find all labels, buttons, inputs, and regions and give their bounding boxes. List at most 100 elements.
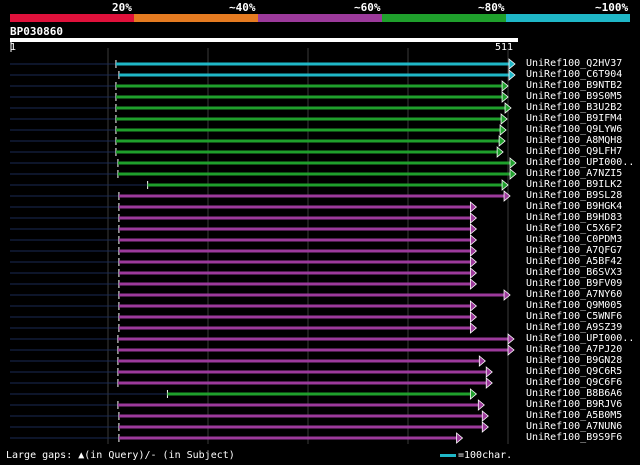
hit-label[interactable]: UniRef100_B9SL28 [526, 190, 622, 201]
hit-bar[interactable] [117, 161, 511, 165]
hit-arrow-icon [456, 432, 464, 444]
hit-label[interactable]: UniRef100_B9ILK2 [526, 179, 622, 190]
hit-bar[interactable] [118, 436, 458, 440]
hit-label[interactable]: UniRef100_Q9LFH7 [526, 146, 622, 157]
hit-label[interactable]: UniRef100_A7NUN6 [526, 421, 622, 432]
cyan-line-icon [440, 453, 456, 457]
hit-arrow-icon [481, 410, 489, 422]
hit-bar[interactable] [118, 216, 472, 220]
hit-label[interactable]: UniRef100_C5WNF6 [526, 311, 622, 322]
hit-label[interactable]: UniRef100_UPI000.. [526, 157, 634, 168]
hit-label[interactable]: UniRef100_B8B6A6 [526, 388, 622, 399]
hit-label[interactable]: UniRef100_C6T904 [526, 69, 622, 80]
hit-label[interactable]: UniRef100_C0PDM3 [526, 234, 622, 245]
hit-arrow-icon [500, 113, 508, 125]
hit-bar[interactable] [147, 183, 504, 187]
hit-bar[interactable] [118, 205, 472, 209]
hit-bar[interactable] [118, 194, 506, 198]
hit-bar[interactable] [115, 128, 502, 132]
hit-label[interactable]: UniRef100_B6SVX3 [526, 267, 622, 278]
hit-arrow-icon [485, 377, 493, 389]
hit-label[interactable]: UniRef100_A9SZ39 [526, 322, 622, 333]
hit-label[interactable]: UniRef100_A7QFG7 [526, 245, 622, 256]
hit-bar[interactable] [118, 304, 472, 308]
scale-legend-text: =100char. [458, 450, 513, 461]
hit-bar[interactable] [117, 381, 488, 385]
hit-label[interactable]: UniRef100_Q9LYW6 [526, 124, 622, 135]
scale-legend: =100char. [440, 450, 512, 461]
hit-bar[interactable] [117, 172, 511, 176]
hit-bar[interactable] [117, 370, 488, 374]
hit-label[interactable]: UniRef100_Q9M005 [526, 300, 622, 311]
hit-label[interactable]: UniRef100_B3U2B2 [526, 102, 622, 113]
hit-bar[interactable] [115, 139, 501, 143]
hit-bar[interactable] [115, 84, 504, 88]
hit-bar[interactable] [167, 392, 472, 396]
hit-bar[interactable] [115, 95, 504, 99]
hit-label[interactable]: UniRef100_C5X6F2 [526, 223, 622, 234]
hit-bar[interactable] [118, 425, 484, 429]
hit-arrow-icon [499, 124, 507, 136]
hit-bar[interactable] [117, 337, 510, 341]
hit-bar[interactable] [115, 150, 499, 154]
hit-label[interactable]: UniRef100_A7NZI5 [526, 168, 622, 179]
hit-bar[interactable] [118, 293, 506, 297]
hit-arrow-icon [469, 300, 478, 312]
hit-bar[interactable] [115, 117, 503, 121]
hit-arrow-icon [481, 421, 489, 433]
hit-label[interactable]: UniRef100_B9S9F6 [526, 432, 622, 443]
hit-label[interactable]: UniRef100_Q9C6R5 [526, 366, 622, 377]
hit-bar[interactable] [118, 271, 472, 275]
hit-bar[interactable] [118, 260, 472, 264]
hit-label[interactable]: UniRef100_A7PJ20 [526, 344, 622, 355]
hit-arrow-icon [477, 399, 485, 411]
hit-label[interactable]: UniRef100_B9RJV6 [526, 399, 622, 410]
hit-label[interactable]: UniRef100_B9IFM4 [526, 113, 622, 124]
hit-label[interactable]: UniRef100_UPI000.. [526, 333, 634, 344]
hit-arrow-icon [469, 388, 478, 400]
hit-label[interactable]: UniRef100_Q9C6F6 [526, 377, 622, 388]
hit-label[interactable]: UniRef100_B9S0M5 [526, 91, 622, 102]
hit-arrow-icon [469, 223, 478, 235]
gaps-legend: Large gaps: ▲(in Query)/- (in Subject) [6, 450, 235, 461]
hit-bar[interactable] [118, 282, 472, 286]
hit-label[interactable]: UniRef100_A5B0M5 [526, 410, 622, 421]
hit-arrow-icon [508, 58, 516, 70]
hit-bar[interactable] [118, 326, 472, 330]
hit-bar[interactable] [118, 238, 472, 242]
hit-arrow-icon [469, 212, 478, 224]
hit-label[interactable]: UniRef100_B9HGK4 [526, 201, 622, 212]
hit-bar[interactable] [117, 359, 481, 363]
hit-arrow-icon [501, 179, 509, 191]
hit-bar[interactable] [115, 106, 507, 110]
hit-arrow-icon [509, 157, 517, 169]
hit-bar[interactable] [117, 348, 510, 352]
hit-label[interactable]: UniRef100_A7NY60 [526, 289, 622, 300]
hit-label[interactable]: UniRef100_A5BF42 [526, 256, 622, 267]
hit-arrow-icon [507, 344, 515, 356]
hit-bar[interactable] [117, 403, 480, 407]
hit-bar[interactable] [115, 62, 510, 66]
hit-arrow-icon [503, 190, 511, 202]
hit-arrow-icon [478, 355, 486, 367]
hit-bar[interactable] [118, 73, 510, 77]
hit-arrow-icon [469, 267, 478, 279]
hit-bar[interactable] [118, 227, 472, 231]
hit-arrow-icon [469, 322, 478, 334]
hit-bar[interactable] [118, 249, 472, 253]
hit-bar[interactable] [118, 414, 484, 418]
hit-arrow-icon [508, 69, 516, 81]
hit-label[interactable]: UniRef100_B9FV09 [526, 278, 622, 289]
hit-label[interactable]: UniRef100_Q2HV37 [526, 58, 622, 69]
hit-arrow-icon [469, 311, 478, 323]
hit-label[interactable]: UniRef100_B9HD83 [526, 212, 622, 223]
hit-label[interactable]: UniRef100_B9GN28 [526, 355, 622, 366]
hit-arrow-icon [469, 245, 478, 257]
hit-label[interactable]: UniRef100_A8MQH8 [526, 135, 622, 146]
hit-arrow-icon [469, 278, 478, 290]
hit-arrow-icon [503, 289, 511, 301]
hit-label[interactable]: UniRef100_B9NTB2 [526, 80, 622, 91]
hit-arrow-icon [501, 91, 509, 103]
hit-arrow-icon [469, 234, 478, 246]
hit-bar[interactable] [118, 315, 472, 319]
